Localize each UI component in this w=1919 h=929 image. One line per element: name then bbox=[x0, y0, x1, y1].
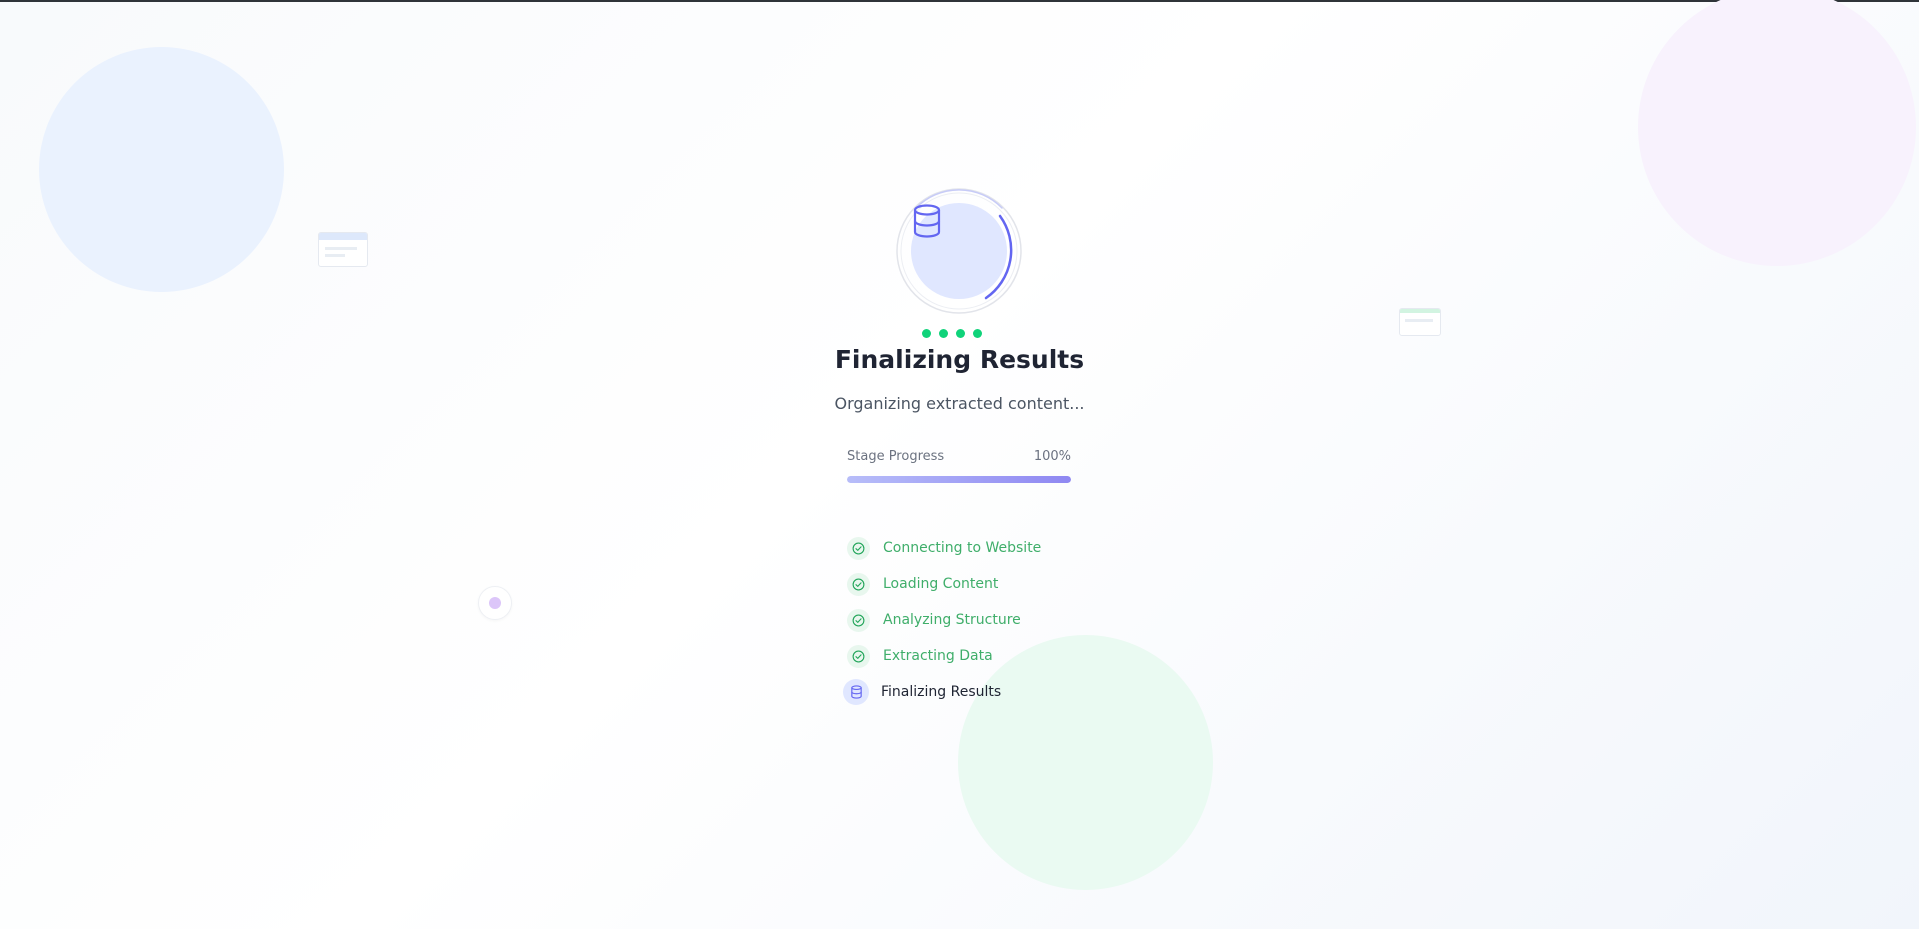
step-label: Analyzing Structure bbox=[883, 612, 1021, 628]
check-circle-icon bbox=[847, 536, 870, 560]
check-circle-icon bbox=[847, 608, 870, 632]
progress-label: Stage Progress bbox=[847, 449, 945, 464]
activity-dot bbox=[922, 329, 931, 338]
activity-dot bbox=[956, 329, 965, 338]
step-label: Connecting to Website bbox=[883, 540, 1042, 556]
check-circle-icon bbox=[847, 644, 870, 668]
stage-progress: Stage Progress 100% bbox=[847, 449, 1071, 483]
step-loading: Loading Content bbox=[843, 566, 1103, 602]
decor-circle-blue bbox=[39, 47, 284, 292]
step-finalizing: Finalizing Results bbox=[843, 674, 1103, 710]
progress-track bbox=[847, 476, 1071, 483]
progress-percent: 100% bbox=[1033, 449, 1071, 464]
check-circle-icon bbox=[847, 572, 870, 596]
step-analyzing: Analyzing Structure bbox=[843, 602, 1103, 638]
activity-dots bbox=[922, 329, 982, 339]
decor-card-right bbox=[1399, 308, 1441, 336]
decor-card-left bbox=[318, 232, 368, 267]
loading-spinner bbox=[894, 186, 1024, 316]
step-extracting: Extracting Data bbox=[843, 638, 1103, 674]
step-label: Finalizing Results bbox=[881, 684, 1002, 700]
database-icon bbox=[843, 679, 869, 705]
decor-floating-dot bbox=[478, 586, 512, 620]
top-border bbox=[0, 0, 1919, 2]
stage-title: Finalizing Results bbox=[834, 345, 1085, 374]
stage-subtitle: Organizing extracted content... bbox=[834, 394, 1085, 413]
step-label: Loading Content bbox=[883, 576, 999, 592]
activity-dot bbox=[973, 329, 982, 338]
step-connecting: Connecting to Website bbox=[843, 530, 1103, 566]
step-list: Connecting to Website Loading Content An… bbox=[843, 530, 1103, 710]
decor-circle-purple bbox=[1638, 0, 1916, 266]
progress-fill bbox=[847, 476, 1071, 483]
activity-dot bbox=[939, 329, 948, 338]
database-icon bbox=[911, 203, 1007, 299]
step-label: Extracting Data bbox=[883, 648, 993, 664]
